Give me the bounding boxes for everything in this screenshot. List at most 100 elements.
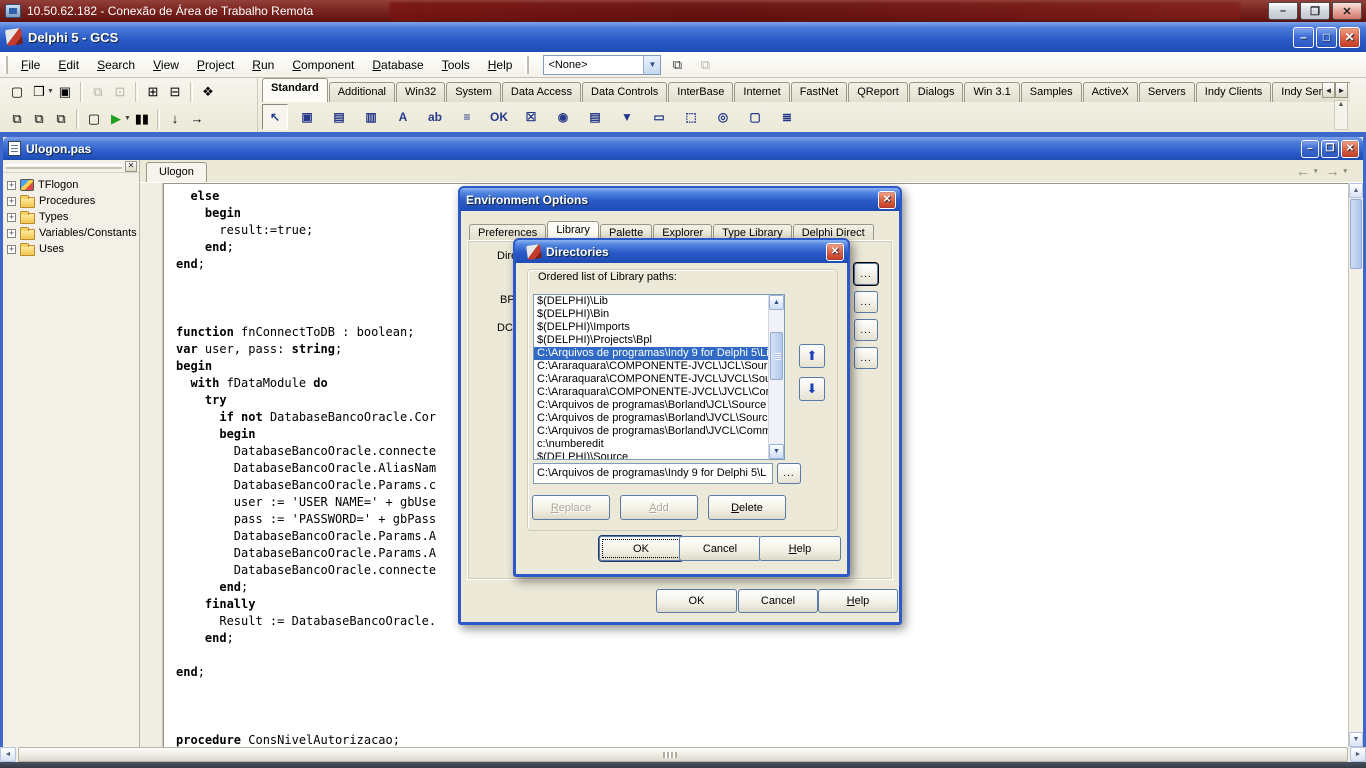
tab-scroll-left-icon[interactable]: ◄ bbox=[1322, 82, 1335, 98]
ide-maximize-icon[interactable]: □ bbox=[1316, 27, 1337, 48]
dcp-output-browse-button[interactable]: ... bbox=[854, 319, 878, 341]
library-path-item[interactable]: $(DELPHI)\Lib bbox=[534, 295, 768, 308]
component-memo-icon[interactable]: ≡ bbox=[454, 104, 480, 130]
ide-minimize-icon[interactable]: – bbox=[1293, 27, 1314, 48]
component-label-icon[interactable]: A bbox=[390, 104, 416, 130]
chevron-down-icon[interactable]: ▼ bbox=[47, 88, 54, 95]
component-radiogroup-icon[interactable]: ◎ bbox=[710, 104, 736, 130]
component-panel-icon[interactable]: ▢ bbox=[742, 104, 768, 130]
expand-plus-icon[interactable]: + bbox=[7, 181, 16, 190]
library-paths-listbox[interactable]: $(DELPHI)\Lib$(DELPHI)\Bin$(DELPHI)\Impo… bbox=[533, 294, 785, 460]
rdp-restore-icon[interactable]: ❐ bbox=[1300, 2, 1330, 20]
scroll-up-icon[interactable]: ▲ bbox=[1349, 183, 1363, 198]
env-help-button[interactable]: Help bbox=[818, 589, 898, 613]
tree-item-procedures[interactable]: +Procedures bbox=[3, 193, 139, 209]
expand-plus-icon[interactable]: + bbox=[7, 229, 16, 238]
environment-options-titlebar[interactable]: Environment Options ✕ bbox=[460, 188, 900, 211]
step-over-icon[interactable]: → bbox=[186, 108, 208, 130]
component-button-icon[interactable]: OK bbox=[486, 104, 512, 130]
browsing-path-browse-button[interactable]: ... bbox=[854, 347, 878, 369]
menu-edit[interactable]: Edit bbox=[49, 54, 88, 76]
env-cancel-button[interactable]: Cancel bbox=[738, 589, 818, 613]
scrollbar-thumb[interactable] bbox=[18, 747, 1348, 762]
palette-tab-qreport[interactable]: QReport bbox=[848, 82, 908, 102]
scroll-down-icon[interactable]: ▼ bbox=[769, 444, 784, 459]
palette-tab-data-access[interactable]: Data Access bbox=[502, 82, 581, 102]
component-groupbox-icon[interactable]: ⬚ bbox=[678, 104, 704, 130]
palette-tab-win-3-1[interactable]: Win 3.1 bbox=[964, 82, 1019, 102]
menu-run[interactable]: Run bbox=[243, 54, 283, 76]
trace-into-icon[interactable]: ↓ bbox=[164, 108, 186, 130]
component-main-menu-icon[interactable]: ▤ bbox=[326, 104, 352, 130]
editor-window-titlebar[interactable]: Ulogon.pas – ❐ ✕ bbox=[3, 137, 1363, 160]
save-desktop-icon[interactable]: ⧉ bbox=[665, 54, 689, 76]
environment-options-close-icon[interactable]: ✕ bbox=[878, 191, 896, 209]
palette-tab-system[interactable]: System bbox=[446, 82, 501, 102]
palette-tab-interbase[interactable]: InterBase bbox=[668, 82, 733, 102]
menu-view[interactable]: View bbox=[144, 54, 188, 76]
library-path-browse-button[interactable]: ... bbox=[854, 263, 878, 285]
chevron-down-icon[interactable]: ▾ bbox=[1343, 167, 1347, 175]
palette-tab-internet[interactable]: Internet bbox=[734, 82, 789, 102]
env-ok-button[interactable]: OK bbox=[656, 589, 737, 613]
view-forms-icon[interactable]: ⧉ bbox=[28, 108, 50, 130]
palette-tab-samples[interactable]: Samples bbox=[1021, 82, 1082, 102]
library-path-item[interactable]: C:\Araraquara\COMPONENTE-JVCL\JVCL\Com bbox=[534, 386, 768, 399]
ide-close-icon[interactable]: ✕ bbox=[1339, 27, 1360, 48]
dir-ok-button[interactable]: OK bbox=[599, 536, 683, 561]
toolbar-grip[interactable] bbox=[525, 56, 529, 74]
scroll-down-icon[interactable]: ▼ bbox=[1349, 732, 1363, 747]
component-frames-icon[interactable]: ▣ bbox=[294, 104, 320, 130]
editor-horizontal-scrollbar[interactable]: ◄ ► bbox=[0, 747, 1366, 762]
remove-file-from-project-icon[interactable]: ⊟ bbox=[164, 81, 186, 103]
listbox-scrollbar[interactable]: ▲ ▼ bbox=[768, 295, 784, 459]
palette-tab-fastnet[interactable]: FastNet bbox=[791, 82, 848, 102]
path-edit-field[interactable]: C:\Arquivos de programas\Indy 9 for Delp… bbox=[533, 463, 773, 484]
menu-tools[interactable]: Tools bbox=[433, 54, 479, 76]
palette-tab-dialogs[interactable]: Dialogs bbox=[909, 82, 964, 102]
scrollbar-thumb[interactable] bbox=[770, 332, 783, 380]
directories-close-icon[interactable]: ✕ bbox=[826, 243, 844, 261]
menu-file[interactable]: File bbox=[12, 54, 49, 76]
scrollbar-thumb[interactable] bbox=[1350, 199, 1362, 269]
library-path-item[interactable]: C:\Arquivos de programas\Borland\JVCL\So… bbox=[534, 412, 768, 425]
menu-component[interactable]: Component bbox=[283, 54, 363, 76]
component-listbox-icon[interactable]: ▤ bbox=[582, 104, 608, 130]
scroll-left-icon[interactable]: ◄ bbox=[0, 747, 16, 762]
explorer-close-icon[interactable]: ✕ bbox=[125, 161, 137, 172]
delete-button[interactable]: Delete bbox=[708, 495, 786, 520]
library-path-item[interactable]: C:\Arquivos de programas\Borland\JCL\Sou… bbox=[534, 399, 768, 412]
new-file-icon[interactable]: ▢ bbox=[6, 81, 28, 103]
tree-item-tflogon[interactable]: +TFlogon bbox=[3, 177, 139, 193]
scroll-up-icon[interactable]: ▲ bbox=[769, 295, 784, 310]
toolbar-grip[interactable] bbox=[4, 56, 8, 74]
menu-search[interactable]: Search bbox=[88, 54, 144, 76]
tree-item-types[interactable]: +Types bbox=[3, 209, 139, 225]
expand-plus-icon[interactable]: + bbox=[7, 245, 16, 254]
palette-tab-indy-clients[interactable]: Indy Clients bbox=[1196, 82, 1271, 102]
directories-titlebar[interactable]: Directories ✕ bbox=[515, 240, 848, 263]
path-browse-button[interactable]: ... bbox=[777, 463, 801, 484]
component-popup-menu-icon[interactable]: ▥ bbox=[358, 104, 384, 130]
tree-item-variables-constants[interactable]: +Variables/Constants bbox=[3, 225, 139, 241]
expand-plus-icon[interactable]: + bbox=[7, 197, 16, 206]
component-action-list-icon[interactable]: ≣ bbox=[774, 104, 800, 130]
palette-scroll-up-icon[interactable]: ▲ bbox=[1334, 100, 1348, 130]
tab-scroll-right-icon[interactable]: ► bbox=[1335, 82, 1348, 98]
pause-icon[interactable]: ▮▮ bbox=[131, 108, 153, 130]
browse-back-icon[interactable]: ← bbox=[1296, 163, 1310, 179]
component-combobox-icon[interactable]: ▼ bbox=[614, 104, 640, 130]
add-button[interactable]: Add bbox=[620, 495, 698, 520]
palette-tab-win32[interactable]: Win32 bbox=[396, 82, 445, 102]
palette-tab-servers[interactable]: Servers bbox=[1139, 82, 1195, 102]
rdp-close-icon[interactable]: ✕ bbox=[1332, 2, 1362, 20]
component-cursor-icon[interactable]: ↖ bbox=[262, 104, 288, 130]
add-file-to-project-icon[interactable]: ⊞ bbox=[142, 81, 164, 103]
desktop-speedsetting-combo[interactable]: <None> ▼ bbox=[543, 55, 661, 75]
editor-close-icon[interactable]: ✕ bbox=[1341, 140, 1359, 158]
scroll-right-icon[interactable]: ► bbox=[1350, 747, 1366, 762]
palette-tab-activex[interactable]: ActiveX bbox=[1083, 82, 1138, 102]
help-contents-icon[interactable]: ❖ bbox=[197, 81, 219, 103]
rdp-minimize-icon[interactable]: – bbox=[1268, 2, 1298, 20]
toggle-form-unit-icon[interactable]: ⧉ bbox=[50, 108, 72, 130]
